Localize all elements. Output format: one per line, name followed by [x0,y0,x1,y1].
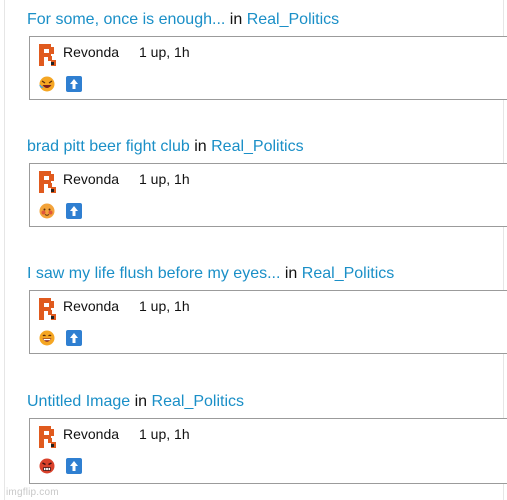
stream-link[interactable]: Real_Politics [302,265,394,282]
user-avatar-icon[interactable] [39,298,56,320]
username[interactable]: Revonda [63,298,119,314]
arrow-up-icon [70,206,78,216]
comment-card: Revonda 1 up, 1h [29,290,507,354]
upvote-time-meta: 1 up, 1h [139,171,190,187]
post-title-link[interactable]: Untitled Image [27,393,130,410]
in-label: in [194,138,207,155]
post-headline: Untitled Image in Real_Politics [27,392,244,412]
post-headline: For some, once is enough... in Real_Poli… [27,10,339,30]
laughing-emoji-icon [39,76,55,92]
grinning-emoji-icon [39,330,55,346]
arrow-up-icon [70,79,78,89]
in-label: in [229,11,243,28]
user-avatar-icon[interactable] [39,426,56,448]
post-title-link[interactable]: For some, once is enough... [27,11,225,28]
in-label: in [134,393,148,410]
post-title-link[interactable]: I saw my life flush before my eyes... [27,265,280,282]
username[interactable]: Revonda [63,171,119,187]
post-headline: I saw my life flush before my eyes... in… [27,264,394,284]
upvote-time-meta: 1 up, 1h [139,426,190,442]
upvote-time-meta: 1 up, 1h [139,44,190,60]
user-avatar-icon[interactable] [39,171,56,193]
arrow-up-icon [70,333,78,343]
post-headline: brad pitt beer fight club in Real_Politi… [27,137,304,157]
stream-link[interactable]: Real_Politics [247,11,339,28]
comment-feed: For some, once is enough... in Real_Poli… [4,0,507,500]
username[interactable]: Revonda [63,426,119,442]
upvote-button[interactable] [66,330,82,346]
arrow-up-icon [70,461,78,471]
angry-emoji-icon [39,458,55,474]
imgflip-watermark: imgflip.com [6,487,59,498]
stream-link[interactable]: Real_Politics [211,138,303,155]
comment-card: Revonda 1 up, 1h [29,36,507,100]
upvote-button[interactable] [66,203,82,219]
user-avatar-icon[interactable] [39,44,56,66]
upvote-button[interactable] [66,76,82,92]
username[interactable]: Revonda [63,44,119,60]
upvote-button[interactable] [66,458,82,474]
post-title-link[interactable]: brad pitt beer fight club [27,138,190,155]
stream-link[interactable]: Real_Politics [152,393,244,410]
blushing-emoji-icon [39,203,55,219]
in-label: in [284,265,298,282]
comment-card: Revonda 1 up, 1h [29,418,507,484]
comment-card: Revonda 1 up, 1h [29,163,507,227]
upvote-time-meta: 1 up, 1h [139,298,190,314]
